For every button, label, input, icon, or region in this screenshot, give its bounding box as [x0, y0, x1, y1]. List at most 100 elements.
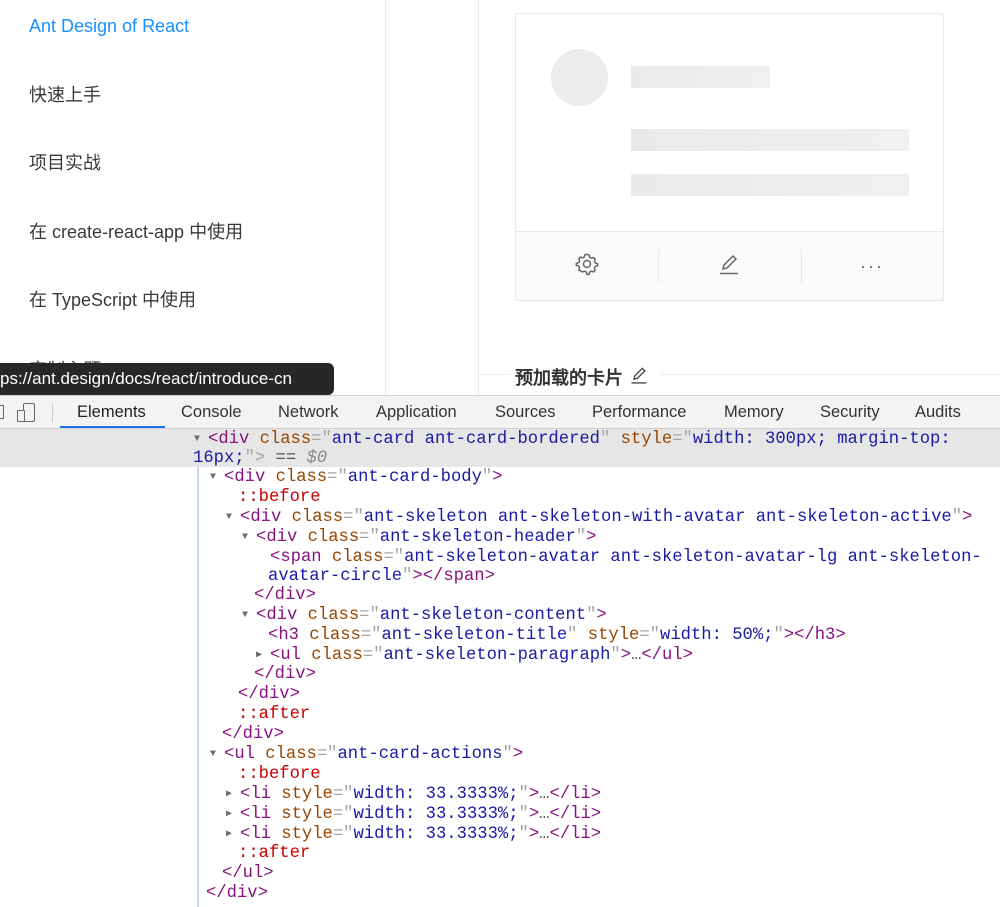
more-action[interactable]: ··· — [800, 232, 943, 300]
expand-triangle-icon[interactable]: ▶ — [226, 805, 232, 825]
section-title-text: 预加载的卡片 — [515, 368, 623, 388]
dom-node-line[interactable]: </div> — [238, 685, 300, 705]
code-token-tag: <div — [208, 430, 260, 449]
collapse-triangle-icon[interactable]: ▼ — [210, 745, 216, 765]
dom-node-line[interactable]: </div> — [254, 665, 316, 685]
tab-security[interactable]: Security — [820, 396, 880, 429]
code-token-val: ant-skeleton-title — [381, 626, 568, 645]
code-token-tag: > — [528, 785, 540, 804]
code-token-val: ant-card-body — [347, 468, 482, 487]
collapse-triangle-icon[interactable]: ▼ — [210, 468, 216, 488]
dom-node-line[interactable]: ::before — [238, 765, 321, 785]
tab-memory[interactable]: Memory — [724, 396, 784, 429]
code-token-plain: … — [539, 785, 550, 804]
dom-node-line[interactable]: <div class="ant-skeleton-content"> — [256, 606, 607, 626]
active-tab-indicator — [60, 426, 165, 428]
dom-node-line[interactable]: 16px;"> == $0 — [193, 449, 327, 469]
collapse-triangle-icon[interactable]: ▼ — [242, 606, 248, 626]
dom-node-line[interactable]: ::before — [238, 488, 321, 508]
code-token-val: width: 33.3333%; — [353, 805, 519, 824]
dom-node-line[interactable]: <ul class="ant-card-actions"> — [224, 745, 523, 765]
dom-node-line[interactable]: </div> — [254, 586, 316, 606]
dom-node-line[interactable]: <div class="ant-card-body"> — [224, 468, 503, 488]
devtools-panel: Elements Console Network Application Sources… — [0, 395, 1000, 907]
sidebar-item-create-react-app[interactable]: 在 create-react-app 中使用 — [29, 220, 243, 244]
code-token-attr: style — [281, 825, 333, 844]
code-token-punc: =" — [316, 745, 338, 764]
code-token-val: ant-card ant-card-bordered — [331, 430, 600, 449]
docs-sidebar: Ant Design of React 快速上手 项目实战 在 create-r… — [0, 0, 386, 395]
code-token-punc: " — [518, 805, 529, 824]
dom-node-line[interactable]: <span class="ant-skeleton-avatar ant-ske… — [270, 548, 982, 568]
device-toolbar-icon[interactable] — [17, 403, 37, 422]
skeleton-paragraph-line — [631, 174, 909, 196]
code-token-tag: > — [528, 825, 540, 844]
tab-elements[interactable]: Elements — [77, 396, 146, 429]
toolbar-separator — [52, 403, 53, 422]
code-token-plain: == — [265, 449, 307, 468]
dom-node-line[interactable]: <div class="ant-skeleton ant-skeleton-wi… — [240, 508, 972, 528]
code-token-tag: </div> — [254, 665, 316, 684]
code-token-tag: </li> — [549, 785, 602, 804]
code-token-attr: class — [309, 626, 361, 645]
tab-network[interactable]: Network — [278, 396, 339, 429]
dom-node-line[interactable]: avatar-circle"></span> — [268, 567, 495, 587]
dom-node-line[interactable]: </ul> — [222, 864, 274, 884]
code-token-tag: ></span> — [412, 567, 495, 586]
code-token-attr: class — [307, 606, 360, 625]
dom-node-line[interactable]: <ul class="ant-skeleton-paragraph">…</ul… — [270, 646, 693, 666]
code-token-tag: <li — [240, 785, 282, 804]
dom-node-line[interactable]: <div class="ant-card ant-card-bordered" … — [208, 430, 951, 450]
code-token-attr: class — [275, 468, 328, 487]
dom-node-line[interactable]: <h3 class="ant-skeleton-title" style="wi… — [268, 626, 846, 646]
sidebar-item-ant-design-of-react[interactable]: Ant Design of React — [29, 14, 189, 38]
section-divider — [480, 374, 510, 375]
code-token-tag: </div> — [206, 884, 268, 903]
tab-audits[interactable]: Audits — [915, 396, 961, 429]
sidebar-item-getting-started[interactable]: 快速上手 — [29, 83, 101, 107]
code-token-punc: " — [599, 430, 621, 449]
sidebar-item-practical-projects[interactable]: 项目实战 — [29, 151, 101, 175]
code-token-tag: ></h3> — [783, 626, 846, 645]
code-token-val: ant-card-actions — [337, 745, 503, 764]
collapse-triangle-icon[interactable]: ▼ — [226, 508, 232, 528]
tab-console[interactable]: Console — [181, 396, 242, 429]
tab-sources[interactable]: Sources — [495, 396, 556, 429]
code-token-punc: =" — [383, 548, 405, 567]
code-token-punc: " — [502, 745, 513, 764]
code-token-tag: <li — [240, 825, 282, 844]
code-token-val: 16px; — [193, 449, 245, 468]
expand-triangle-icon[interactable]: ▶ — [226, 825, 232, 845]
section-divider — [660, 374, 1000, 375]
dom-node-line[interactable]: </div> — [222, 725, 284, 745]
setting-action[interactable] — [516, 232, 658, 300]
expand-triangle-icon[interactable]: ▶ — [256, 646, 262, 666]
code-token-tag: </li> — [549, 805, 602, 824]
dom-node-line[interactable]: <li style="width: 33.3333%;">…</li> — [240, 825, 601, 845]
edit-icon[interactable] — [629, 365, 649, 390]
expand-triangle-icon[interactable]: ▶ — [226, 785, 232, 805]
code-token-val: ant-skeleton-paragraph — [383, 646, 611, 665]
dom-node-line[interactable]: <li style="width: 33.3333%;">…</li> — [240, 785, 601, 805]
edit-action[interactable] — [658, 232, 800, 300]
dom-node-line[interactable]: </div> — [206, 884, 268, 904]
code-token-tag: </div> — [238, 685, 300, 704]
code-token-punc: =" — [362, 646, 384, 665]
code-token-tag: > — [512, 745, 524, 764]
dom-node-line[interactable]: ::after — [238, 844, 310, 864]
dom-node-line[interactable]: <div class="ant-skeleton-header"> — [256, 528, 596, 548]
inspect-element-icon[interactable] — [0, 405, 4, 419]
tab-performance[interactable]: Performance — [592, 396, 686, 429]
dom-node-line[interactable]: ::after — [238, 705, 310, 725]
code-token-tag: <div — [224, 468, 276, 487]
dom-node-line[interactable]: <li style="width: 33.3333%;">…</li> — [240, 805, 601, 825]
tab-application[interactable]: Application — [376, 396, 457, 429]
collapse-triangle-icon[interactable]: ▼ — [194, 430, 200, 450]
content-divider — [478, 0, 479, 395]
link-url-tooltip: ps://ant.design/docs/react/introduce-cn — [0, 363, 334, 395]
code-token-punc: " — [481, 468, 493, 487]
code-token-punc: =" — [311, 430, 332, 449]
sidebar-item-typescript[interactable]: 在 TypeScript 中使用 — [29, 288, 196, 312]
collapse-triangle-icon[interactable]: ▼ — [242, 528, 248, 548]
code-token-tag: </ul> — [641, 646, 693, 665]
